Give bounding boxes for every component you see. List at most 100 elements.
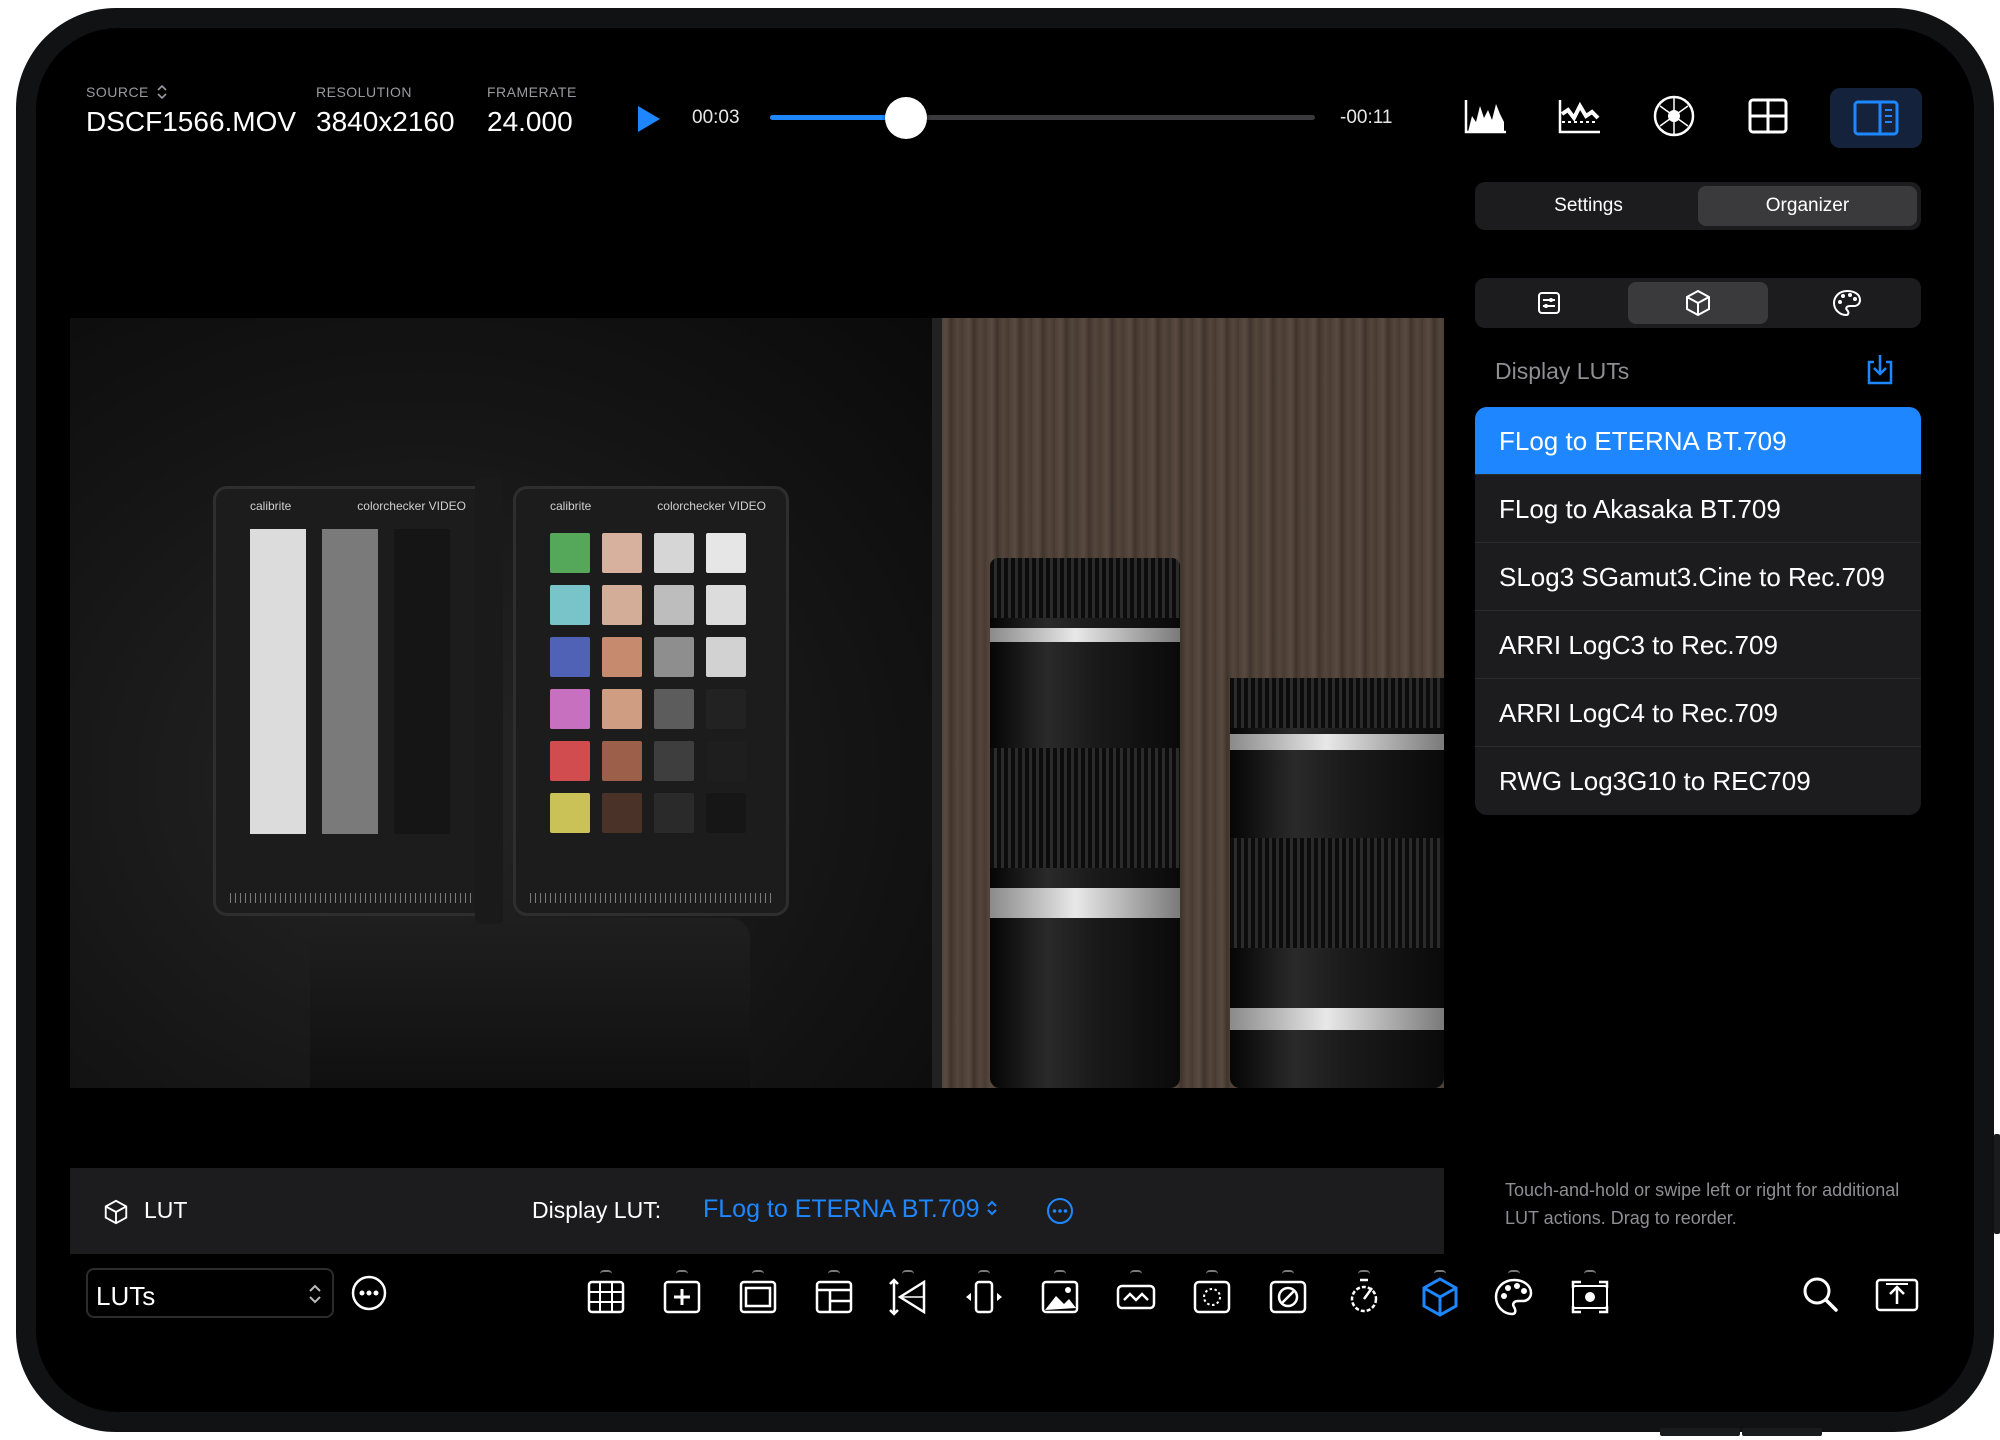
color-swatch bbox=[550, 689, 590, 729]
side-panel-toggle-button[interactable] bbox=[1830, 88, 1922, 148]
scrubber-track[interactable] bbox=[770, 115, 1315, 120]
lut-cube-icon bbox=[1422, 1277, 1458, 1317]
zebra-icon bbox=[1269, 1280, 1307, 1314]
false-color-tool-button[interactable] bbox=[1112, 1270, 1160, 1322]
export-icon[interactable] bbox=[1874, 1274, 1920, 1314]
section-title-display-luts: Display LUTs bbox=[1495, 358, 1630, 384]
display-lut-list: FLog to ETERNA BT.709 FLog to Akasaka BT.… bbox=[1475, 407, 1921, 815]
frame-guide-tool-button[interactable] bbox=[734, 1270, 782, 1322]
crosshair-icon bbox=[663, 1280, 701, 1314]
image-overlay-icon bbox=[1041, 1280, 1079, 1314]
color-swatch bbox=[706, 689, 746, 729]
desqueeze-icon bbox=[966, 1280, 1002, 1314]
color-palette-icon bbox=[1494, 1278, 1533, 1316]
play-button[interactable] bbox=[638, 106, 660, 132]
color-swatch bbox=[706, 585, 746, 625]
color-swatch bbox=[654, 637, 694, 677]
pedestal bbox=[310, 918, 750, 1088]
resolution-info: RESOLUTION 3840x2160 bbox=[316, 84, 455, 138]
lut-list-item[interactable]: ARRI LogC4 to Rec.709 bbox=[1475, 679, 1921, 747]
image-overlay-tool-button[interactable] bbox=[1036, 1270, 1084, 1322]
import-lut-button[interactable] bbox=[1862, 352, 1898, 393]
mode-selector[interactable]: LUTs bbox=[86, 1268, 334, 1318]
sliders-icon bbox=[1538, 292, 1560, 314]
frame-guide-icon bbox=[739, 1280, 777, 1314]
cube-icon bbox=[1686, 289, 1710, 317]
color-swatch bbox=[654, 585, 694, 625]
safe-area-tool-button[interactable] bbox=[810, 1270, 858, 1322]
tab-settings[interactable]: Settings bbox=[1479, 186, 1698, 226]
device-bottom-button bbox=[1660, 1428, 1740, 1436]
crosshair-tool-button[interactable] bbox=[658, 1270, 706, 1322]
zebra-tool-button[interactable] bbox=[1264, 1270, 1312, 1322]
mode-selector-value: LUTs bbox=[96, 1281, 156, 1311]
color-swatch bbox=[706, 793, 746, 833]
video-viewer[interactable]: calibrite colorchecker VIDEO calibrite c… bbox=[70, 318, 1444, 1088]
exposure-icon bbox=[1350, 1278, 1378, 1313]
cube-icon bbox=[104, 1199, 128, 1225]
sidebar-segmented-control: Settings Organizer bbox=[1475, 182, 1921, 230]
black-strip bbox=[394, 529, 450, 834]
source-value: DSCF1566.MOV bbox=[86, 106, 297, 137]
desqueeze-tool-button[interactable] bbox=[960, 1270, 1008, 1322]
color-swatch bbox=[602, 741, 642, 781]
more-options-icon[interactable] bbox=[1045, 1196, 1075, 1226]
subtab-sliders[interactable] bbox=[1479, 282, 1619, 324]
framerate-label: FRAMERATE bbox=[487, 84, 577, 100]
color-swatch bbox=[550, 533, 590, 573]
anamorphic-icon bbox=[889, 1278, 926, 1316]
grid-layout-icon[interactable] bbox=[1744, 92, 1792, 140]
color-swatch bbox=[550, 741, 590, 781]
subtab-luts[interactable] bbox=[1628, 282, 1768, 324]
color-swatch bbox=[550, 637, 590, 677]
record-frame-tool-button[interactable] bbox=[1566, 1270, 1614, 1322]
color-swatch bbox=[602, 585, 642, 625]
remaining-time: -00:11 bbox=[1340, 107, 1393, 128]
display-lut-selector[interactable]: FLog to ETERNA BT.709 bbox=[703, 1195, 998, 1224]
scrubber-thumb[interactable] bbox=[885, 97, 928, 139]
color-swatch bbox=[602, 689, 642, 729]
record-frame-icon bbox=[1571, 1280, 1609, 1314]
exposure-tool-button[interactable] bbox=[1340, 1270, 1388, 1322]
gray-strip bbox=[322, 529, 378, 834]
waveform-icon[interactable] bbox=[1556, 92, 1604, 140]
lut-info-bar: LUT Display LUT: FLog to ETERNA BT.709 bbox=[70, 1168, 1444, 1254]
lut-list-item[interactable]: ARRI LogC3 to Rec.709 bbox=[1475, 611, 1921, 679]
color-swatch bbox=[654, 533, 694, 573]
color-swatch bbox=[602, 533, 642, 573]
color-swatch bbox=[706, 637, 746, 677]
resolution-label: RESOLUTION bbox=[316, 84, 413, 100]
lut-list-item[interactable]: FLog to ETERNA BT.709 bbox=[1475, 407, 1921, 475]
device-side-button bbox=[1994, 1134, 2000, 1234]
search-icon[interactable] bbox=[1800, 1274, 1840, 1314]
vectorscope-icon[interactable] bbox=[1650, 92, 1698, 140]
tab-organizer[interactable]: Organizer bbox=[1698, 186, 1917, 226]
checker-brand: calibrite bbox=[250, 499, 292, 513]
color-swatch bbox=[706, 533, 746, 573]
subtab-palette[interactable] bbox=[1777, 282, 1917, 324]
grid-overlay-tool-button[interactable] bbox=[582, 1270, 630, 1322]
elapsed-time: 00:03 bbox=[692, 107, 740, 128]
safe-area-icon bbox=[815, 1280, 853, 1314]
checker-hinge bbox=[475, 478, 503, 924]
import-icon bbox=[1867, 355, 1893, 385]
anamorphic-tool-button[interactable] bbox=[884, 1270, 932, 1322]
grid-overlay-icon bbox=[587, 1280, 625, 1314]
color-checker-right: calibrite colorchecker VIDEO bbox=[513, 486, 789, 916]
color-checker-left: calibrite colorchecker VIDEO bbox=[213, 486, 489, 916]
lut-cube-tool-button[interactable] bbox=[1416, 1270, 1464, 1322]
lut-list-item[interactable]: SLog3 SGamut3.Cine to Rec.709 bbox=[1475, 543, 1921, 611]
focus-peaking-tool-button[interactable] bbox=[1188, 1270, 1236, 1322]
lut-list-item[interactable]: RWG Log3G10 to REC709 bbox=[1475, 747, 1921, 815]
mode-more-icon[interactable] bbox=[350, 1274, 388, 1312]
chevron-updown-icon bbox=[987, 1200, 998, 1216]
color-swatch bbox=[550, 585, 590, 625]
color-swatch bbox=[654, 689, 694, 729]
source-label: SOURCE bbox=[86, 84, 149, 100]
lut-list-item[interactable]: FLog to Akasaka BT.709 bbox=[1475, 475, 1921, 543]
histogram-icon[interactable] bbox=[1462, 92, 1510, 140]
source-info[interactable]: SOURCE DSCF1566.MOV bbox=[86, 84, 296, 138]
color-swatch bbox=[654, 793, 694, 833]
false-color-icon bbox=[1116, 1284, 1156, 1310]
color-palette-tool-button[interactable] bbox=[1490, 1270, 1538, 1322]
